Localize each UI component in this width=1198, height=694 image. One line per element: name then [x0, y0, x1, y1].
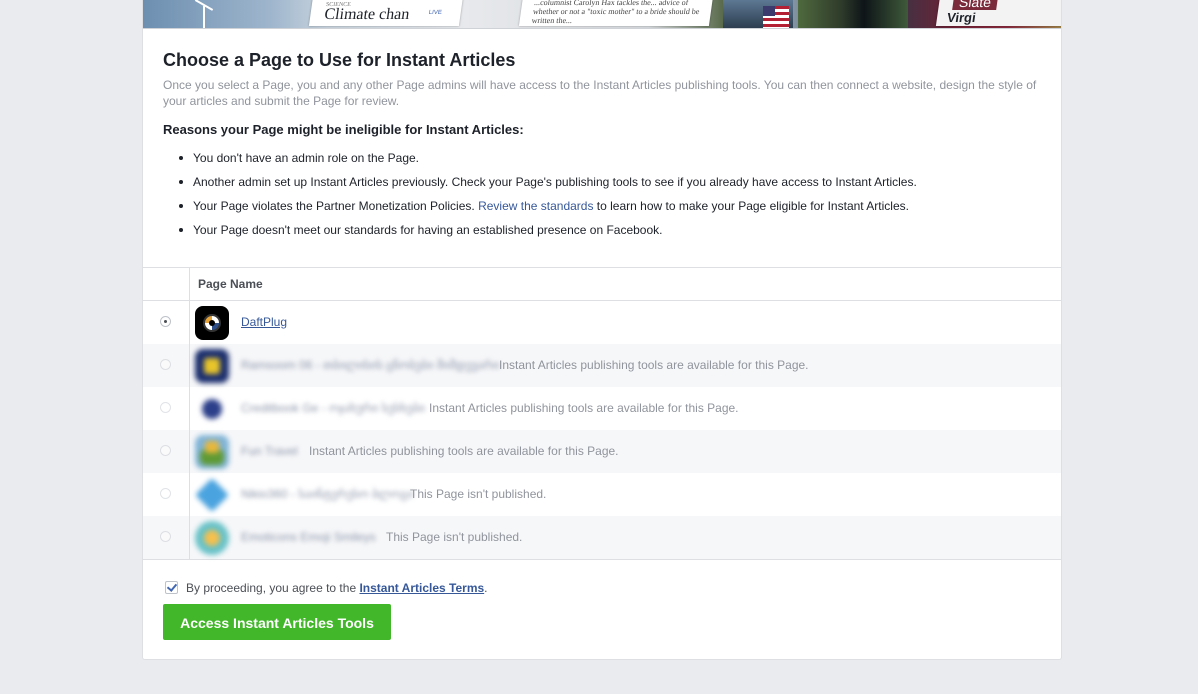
page-title: Choose a Page to Use for Instant Article… — [163, 50, 516, 70]
page-selection-table: Page Name DaftPlug Ramsoom 06 - თბილისის… — [143, 267, 1061, 560]
flag-image — [763, 6, 789, 28]
page-name-blurred: Nikio360 - საინტერესო ბლოგი — [241, 487, 414, 501]
tile-body-text: ...columnist Carolyn Hax tackles the... … — [531, 0, 701, 25]
page-avatar — [195, 306, 229, 340]
page-radio-button[interactable] — [160, 531, 171, 542]
wind-turbine-graphic — [203, 6, 205, 28]
table-header: Page Name — [143, 268, 1061, 301]
table-row[interactable]: Ramsoom 06 - თბილისის ცნობები მიმდევარი … — [143, 344, 1061, 387]
review-standards-link[interactable]: Review the standards — [478, 199, 593, 213]
page-avatar — [195, 392, 229, 426]
radio-cell — [143, 430, 190, 473]
table-row[interactable]: Emoticons Emoji Smileys This Page isn't … — [143, 516, 1061, 560]
article-tile-advice: ...columnist Carolyn Hax tackles the... … — [518, 0, 714, 26]
table-row[interactable]: DaftPlug — [143, 301, 1061, 344]
page-name-link[interactable]: DaftPlug — [241, 315, 287, 329]
radio-cell — [143, 516, 190, 559]
tile-headline: Virgi — [946, 10, 977, 25]
reason-text: to learn how to make your Page eligible … — [593, 199, 909, 213]
page-radio-button[interactable] — [160, 445, 171, 456]
radio-cell — [143, 344, 190, 387]
page-status: Instant Articles publishing tools are av… — [499, 358, 809, 372]
intro-text: Once you select a Page, you and any othe… — [163, 78, 1037, 108]
tile-headline: Climate chan — [323, 6, 411, 23]
instant-articles-terms-link[interactable]: Instant Articles Terms — [359, 581, 484, 595]
page-status: This Page isn't published. — [410, 487, 547, 501]
page-radio-button[interactable] — [160, 359, 171, 370]
instant-articles-card: SCIENCE Climate chan LIVE ...columnist C… — [142, 0, 1062, 660]
page-name-blurred: Fun Travel — [241, 444, 298, 458]
terms-suffix: . — [484, 581, 488, 595]
radio-cell — [143, 473, 190, 516]
page-avatar — [195, 521, 229, 555]
page-avatar — [195, 349, 229, 383]
reason-item: Your Page violates the Partner Monetizat… — [163, 198, 917, 222]
page-name-blurred: Ramsoom 06 - თბილისის ცნობები მიმდევარი — [241, 358, 500, 372]
radio-cell — [143, 301, 190, 344]
article-tile-climate: SCIENCE Climate chan LIVE — [308, 0, 464, 26]
page-radio-button[interactable] — [160, 488, 171, 499]
banner-image: SCIENCE Climate chan LIVE ...columnist C… — [143, 0, 1061, 29]
slate-logo: Slate — [952, 0, 999, 10]
tile-live-tag: LIVE — [428, 10, 443, 16]
page-status: This Page isn't published. — [386, 530, 523, 544]
reason-text: Your Page violates the Partner Monetizat… — [193, 199, 479, 213]
table-row[interactable]: Creditbook Ge - ოჯახური სესხები Instant … — [143, 387, 1061, 430]
reasons-list: You don't have an admin role on the Page… — [163, 150, 917, 246]
page-name-blurred: Emoticons Emoji Smileys — [241, 530, 376, 544]
radio-cell — [143, 387, 190, 430]
article-tile-slate: Slate Virgi — [935, 0, 1061, 26]
page-name-blurred: Creditbook Ge - ოჯახური სესხები — [241, 401, 426, 415]
page-avatar — [195, 435, 229, 469]
page-radio-button[interactable] — [160, 316, 171, 327]
page-name-column-header: Page Name — [198, 277, 263, 291]
page-status: Instant Articles publishing tools are av… — [309, 444, 619, 458]
terms-checkbox[interactable] — [165, 581, 178, 594]
reason-item: Your Page doesn't meet our standards for… — [163, 222, 917, 246]
page-status: Instant Articles publishing tools are av… — [429, 401, 739, 415]
article-photo-person — [798, 0, 908, 28]
terms-prefix: By proceeding, you agree to the — [186, 581, 360, 595]
page-radio-button[interactable] — [160, 402, 171, 413]
page-avatar — [195, 478, 229, 512]
reasons-heading: Reasons your Page might be ineligible fo… — [163, 122, 524, 137]
table-row[interactable]: Nikio360 - საინტერესო ბლოგი This Page is… — [143, 473, 1061, 516]
reason-item: Another admin set up Instant Articles pr… — [163, 174, 917, 198]
reason-item: You don't have an admin role on the Page… — [163, 150, 917, 174]
access-tools-button[interactable]: Access Instant Articles Tools — [163, 604, 391, 640]
radio-column-header — [143, 268, 190, 300]
terms-text: By proceeding, you agree to the Instant … — [186, 581, 488, 595]
table-row[interactable]: Fun Travel Instant Articles publishing t… — [143, 430, 1061, 473]
